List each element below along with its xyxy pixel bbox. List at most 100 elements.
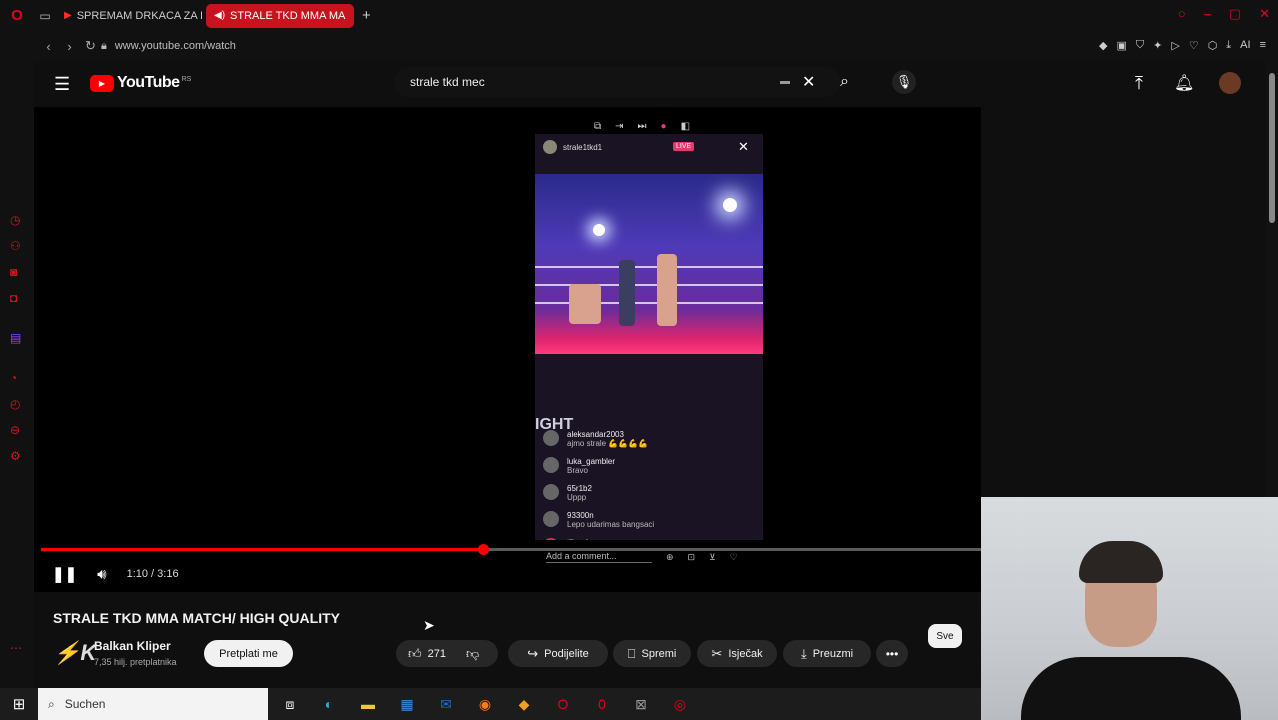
search-tabs-icon[interactable]: ○ (1178, 6, 1186, 22)
comment-text: Bravo (567, 466, 588, 475)
ai-icon[interactable]: AI (1240, 39, 1250, 52)
store-icon[interactable]: ▦ (397, 696, 417, 713)
windows-start-icon[interactable]: ⊞ (0, 695, 38, 713)
search-icon[interactable]: ⌕ (840, 73, 849, 91)
add-icon[interactable]: ⊕ (666, 552, 674, 563)
hamburger-menu-icon[interactable]: ☰ (54, 74, 70, 95)
scrollbar-thumb[interactable] (1269, 73, 1275, 223)
comment-user: tiltervic (567, 538, 592, 540)
url-field[interactable]: www.youtube.com/watch (115, 40, 236, 52)
shield-icon[interactable]: ⛉ (1136, 39, 1144, 52)
search-box: ▬ ✕ (394, 67, 840, 97)
progress-bar[interactable] (41, 544, 981, 555)
messenger-icon[interactable]: ◙ (10, 265, 17, 279)
app-icon[interactable]: ◆ (514, 696, 534, 713)
timer-icon[interactable]: ◴ (10, 397, 20, 411)
opera-gx-icon[interactable]: 0 (592, 696, 612, 712)
history-icon[interactable]: ◷ (10, 213, 20, 227)
person-icon[interactable]: ⚇ (10, 239, 21, 253)
channel-name[interactable]: Balkan Kliper (94, 639, 171, 653)
opera-taskbar-icon[interactable]: O (553, 696, 573, 712)
close-icon[interactable]: ✕ (738, 139, 749, 155)
progress-knob[interactable] (477, 544, 489, 555)
upload-icon[interactable]: ⤒ (1135, 73, 1143, 94)
outlook-icon[interactable]: ✉ (436, 696, 456, 713)
download-button[interactable]: ⤓ Preuzmi (783, 640, 871, 667)
arena-light (723, 198, 737, 212)
youtube-logo[interactable]: ▶ YouTube RS (90, 74, 191, 92)
player-icon[interactable]: ▷ (1171, 39, 1179, 52)
clock-icon[interactable]: ◔ (10, 371, 17, 385)
gift-icon[interactable]: ⊡ (688, 552, 696, 563)
tab-overview-icon[interactable]: ▭ (34, 9, 56, 23)
split-icon[interactable]: ◧ (681, 121, 690, 132)
record-icon[interactable]: ● (661, 121, 667, 132)
capcut-icon[interactable]: ⊠ (631, 696, 651, 713)
subscriber-count: 7,35 hilj. pretplatnika (94, 657, 177, 667)
thumbs-up-icon[interactable]: 👍︎ (408, 646, 422, 662)
opera-logo-icon[interactable]: O (0, 0, 34, 31)
thumbs-down-icon[interactable]: 👎︎ (466, 646, 479, 662)
pause-icon[interactable]: ❚❚ (52, 565, 77, 583)
add-comment-field[interactable]: Add a comment... (546, 551, 652, 563)
twitch-icon[interactable]: ▤ (10, 331, 21, 345)
like-count[interactable]: 271 (428, 648, 446, 660)
more-sidebar-icon[interactable]: ⋯ (10, 641, 22, 655)
bookmark-icon[interactable]: ◆ (1099, 39, 1107, 52)
firefox-icon[interactable]: ◉ (475, 696, 495, 713)
comment-user: aleksandar2003 (567, 430, 624, 439)
youtube-favicon-icon: ▶ (64, 10, 72, 21)
channel-logo-icon[interactable]: ⚡K (53, 640, 96, 668)
microphone-icon[interactable]: 🎙︎ (892, 70, 916, 94)
heart-icon[interactable]: ♡ (1189, 39, 1199, 52)
download-icon[interactable]: ⤓ (1226, 39, 1231, 52)
clip-label: Isječak (728, 647, 763, 660)
forward-icon[interactable]: › (59, 39, 80, 54)
search-input[interactable] (410, 67, 770, 97)
minimize-icon[interactable]: – (1204, 6, 1211, 22)
download-sidebar-icon[interactable]: ⊖ (10, 423, 20, 437)
snapshot-icon[interactable]: ▣ (1116, 39, 1126, 52)
file-explorer-icon[interactable]: ▬ (358, 696, 378, 712)
save-label: Spremi (641, 647, 677, 660)
volume-icon[interactable]: 🔊︎ (97, 566, 106, 583)
browser-tab[interactable]: ▶ SPREMAM DRKACA ZA B (56, 4, 202, 28)
maximize-icon[interactable]: ▢ (1229, 6, 1241, 22)
subscribe-button[interactable]: Pretplati me (204, 640, 293, 667)
account-avatar[interactable] (1219, 72, 1241, 94)
reload-icon[interactable]: ↻ (80, 38, 101, 54)
exit-icon[interactable]: ⇥ (615, 121, 623, 132)
video-player[interactable]: ⧉ ⇥ ⏭ ● ◧ strale1tkd1 LIVE ✕ IGHT aleksa… (34, 107, 981, 592)
notifications-bell-icon[interactable]: 🔔︎ (1174, 73, 1194, 93)
browser-tab-active[interactable]: ◀) STRALE TKD MMA MA (206, 3, 354, 28)
social-icon[interactable]: ◘ (10, 291, 17, 305)
next-icon[interactable]: ⏭ (638, 121, 647, 132)
send-icon[interactable]: ⊻ (709, 552, 716, 563)
extensions-icon[interactable]: ⬡ (1208, 39, 1218, 52)
ring-rope (535, 266, 763, 268)
like-heart-icon[interactable]: ♡ (730, 552, 738, 563)
recorder-icon[interactable]: ◎ (670, 696, 690, 713)
menu-icon[interactable]: ≡ (1260, 39, 1266, 52)
easy-setup-icon[interactable]: ✦ (1153, 39, 1162, 52)
save-button[interactable]: ⎕ Spremi (613, 640, 691, 667)
video-comment-bar: Add a comment... ⊕ ⊡ ⊻ ♡ (546, 551, 738, 563)
back-icon[interactable]: ‹ (38, 39, 59, 54)
new-tab-icon[interactable]: + (362, 7, 371, 24)
taskbar-search-placeholder: Suchen (64, 697, 106, 711)
keyboard-icon[interactable]: ▬ (780, 76, 790, 87)
more-actions-icon[interactable]: ••• (876, 640, 908, 667)
video-frame: strale1tkd1 LIVE ✕ IGHT aleksandar2003 aj… (535, 134, 763, 540)
settings-icon[interactable]: ⚙ (10, 449, 21, 463)
taskbar-search[interactable]: ⌕ Suchen (38, 688, 268, 720)
share-button[interactable]: ↪ Podijelite (508, 640, 608, 667)
close-window-icon[interactable]: ✕ (1259, 6, 1270, 22)
clear-search-icon[interactable]: ✕ (802, 72, 815, 92)
clip-button[interactable]: ✂ Isječak (697, 640, 777, 667)
filter-chip-all[interactable]: Sve (928, 624, 962, 648)
copy-icon[interactable]: ⧉ (594, 121, 601, 132)
comment-item: luka_gambler Bravo (543, 457, 757, 475)
webcam-person-hair (1079, 541, 1163, 583)
edge-icon[interactable]: ◐ (319, 696, 339, 712)
task-view-icon[interactable]: ⧈ (280, 696, 300, 713)
